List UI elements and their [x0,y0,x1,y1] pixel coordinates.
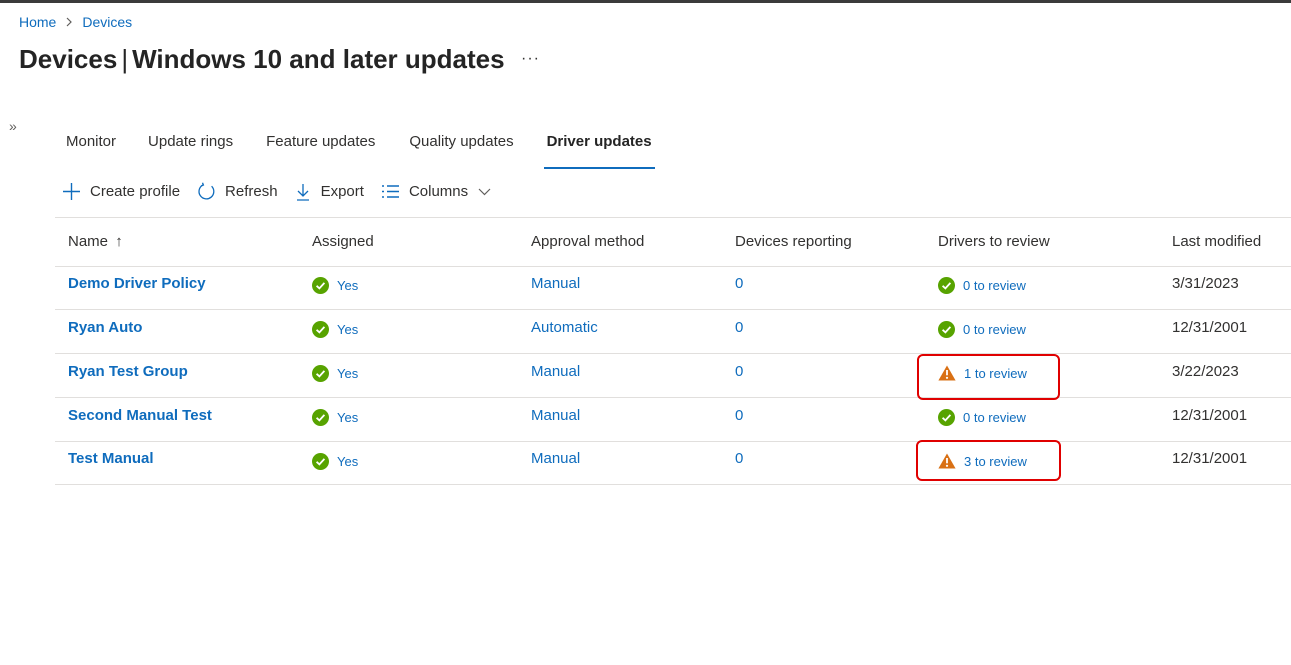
drivers-to-review-status: 3 to review [938,453,1027,469]
devices-reporting-link[interactable]: 0 [735,407,743,424]
drivers-to-review-status: 0 to review [938,409,1026,426]
more-options-button[interactable]: ··· [521,50,540,68]
warning-triangle-icon [938,365,956,381]
assigned-value[interactable]: Yes [337,454,358,469]
columns-label: Columns [408,183,469,200]
refresh-button[interactable]: Refresh [197,182,278,201]
table-row[interactable]: Ryan Test Group Yes Manual 0 1 to review… [55,354,1291,398]
tab-quality-updates[interactable]: Quality updates [409,133,513,169]
download-icon [296,183,310,201]
list-icon [381,184,400,199]
export-button[interactable]: Export [296,183,364,201]
drivers-to-review-status: 0 to review [938,321,1026,338]
top-border [0,0,1291,3]
tab-feature-updates[interactable]: Feature updates [266,133,375,169]
table-row[interactable]: Ryan Auto Yes Automatic 0 0 to review 12… [55,310,1291,354]
breadcrumb-devices[interactable]: Devices [82,14,132,30]
check-circle-icon [312,365,329,382]
tab-update-rings[interactable]: Update rings [148,133,233,169]
page-title-main: Devices [19,44,118,74]
approval-method-link[interactable]: Manual [531,450,580,467]
drivers-to-review-status: 1 to review [938,365,1027,381]
table-header-row [55,217,1291,267]
policy-name-link[interactable]: Ryan Test Group [68,363,188,380]
assigned-status: Yes [312,453,358,470]
assigned-status: Yes [312,365,358,382]
devices-reporting-link[interactable]: 0 [735,450,743,467]
drivers-to-review-link[interactable]: 0 to review [963,410,1026,425]
last-modified-value: 3/31/2023 [1172,275,1239,292]
tab-monitor[interactable]: Monitor [66,133,116,169]
tab-bar: Monitor Update rings Feature updates Qua… [66,133,655,169]
check-circle-icon [938,277,955,294]
drivers-to-review-link[interactable]: 1 to review [964,366,1027,381]
check-circle-icon [938,409,955,426]
policy-name-link[interactable]: Second Manual Test [68,407,212,424]
toolbar: Create profile Refresh Export Columns [62,182,491,201]
approval-method-link[interactable]: Manual [531,275,580,292]
create-profile-button[interactable]: Create profile [62,182,180,201]
create-profile-label: Create profile [90,183,181,200]
columns-button[interactable]: Columns [381,183,491,200]
chevron-right-icon [65,17,73,27]
check-circle-icon [312,409,329,426]
chevron-down-icon [478,188,491,196]
last-modified-value: 12/31/2001 [1172,450,1248,467]
drivers-to-review-link[interactable]: 3 to review [964,454,1027,469]
table-row[interactable]: Second Manual Test Yes Manual 0 0 to rev… [55,398,1291,442]
page-title-separator: | [121,44,129,74]
approval-method-link[interactable]: Automatic [531,319,598,336]
refresh-icon [197,182,216,201]
devices-reporting-link[interactable]: 0 [735,275,743,292]
table-row[interactable]: Test Manual Yes Manual 0 3 to review 12/… [55,442,1291,485]
approval-method-link[interactable]: Manual [531,363,580,380]
expand-menu-icon[interactable]: » [9,118,17,134]
devices-reporting-link[interactable]: 0 [735,319,743,336]
breadcrumb: Home Devices [19,14,132,30]
plus-icon [62,182,81,201]
last-modified-value: 12/31/2001 [1172,407,1248,424]
assigned-value[interactable]: Yes [337,366,358,381]
check-circle-icon [312,321,329,338]
warning-triangle-icon [938,453,956,469]
drivers-to-review-link[interactable]: 0 to review [963,278,1026,293]
policy-name-link[interactable]: Test Manual [68,450,154,467]
check-circle-icon [312,277,329,294]
tab-driver-updates[interactable]: Driver updates [543,133,655,169]
assigned-value[interactable]: Yes [337,278,358,293]
assigned-value[interactable]: Yes [337,322,358,337]
page-title: Devices | Windows 10 and later updates [19,44,505,75]
page-title-sub: Windows 10 and later updates [132,44,505,74]
approval-method-link[interactable]: Manual [531,407,580,424]
export-label: Export [320,183,364,200]
last-modified-value: 12/31/2001 [1172,319,1248,336]
check-circle-icon [938,321,955,338]
drivers-to-review-link[interactable]: 0 to review [963,322,1026,337]
drivers-to-review-status: 0 to review [938,277,1026,294]
refresh-label: Refresh [225,183,278,200]
policy-name-link[interactable]: Demo Driver Policy [68,275,206,292]
policy-name-link[interactable]: Ryan Auto [68,319,142,336]
last-modified-value: 3/22/2023 [1172,363,1239,380]
assigned-status: Yes [312,409,358,426]
breadcrumb-home[interactable]: Home [19,14,56,30]
assigned-status: Yes [312,321,358,338]
table-row[interactable]: Demo Driver Policy Yes Manual 0 0 to rev… [55,266,1291,310]
check-circle-icon [312,453,329,470]
assigned-value[interactable]: Yes [337,410,358,425]
assigned-status: Yes [312,277,358,294]
devices-reporting-link[interactable]: 0 [735,363,743,380]
